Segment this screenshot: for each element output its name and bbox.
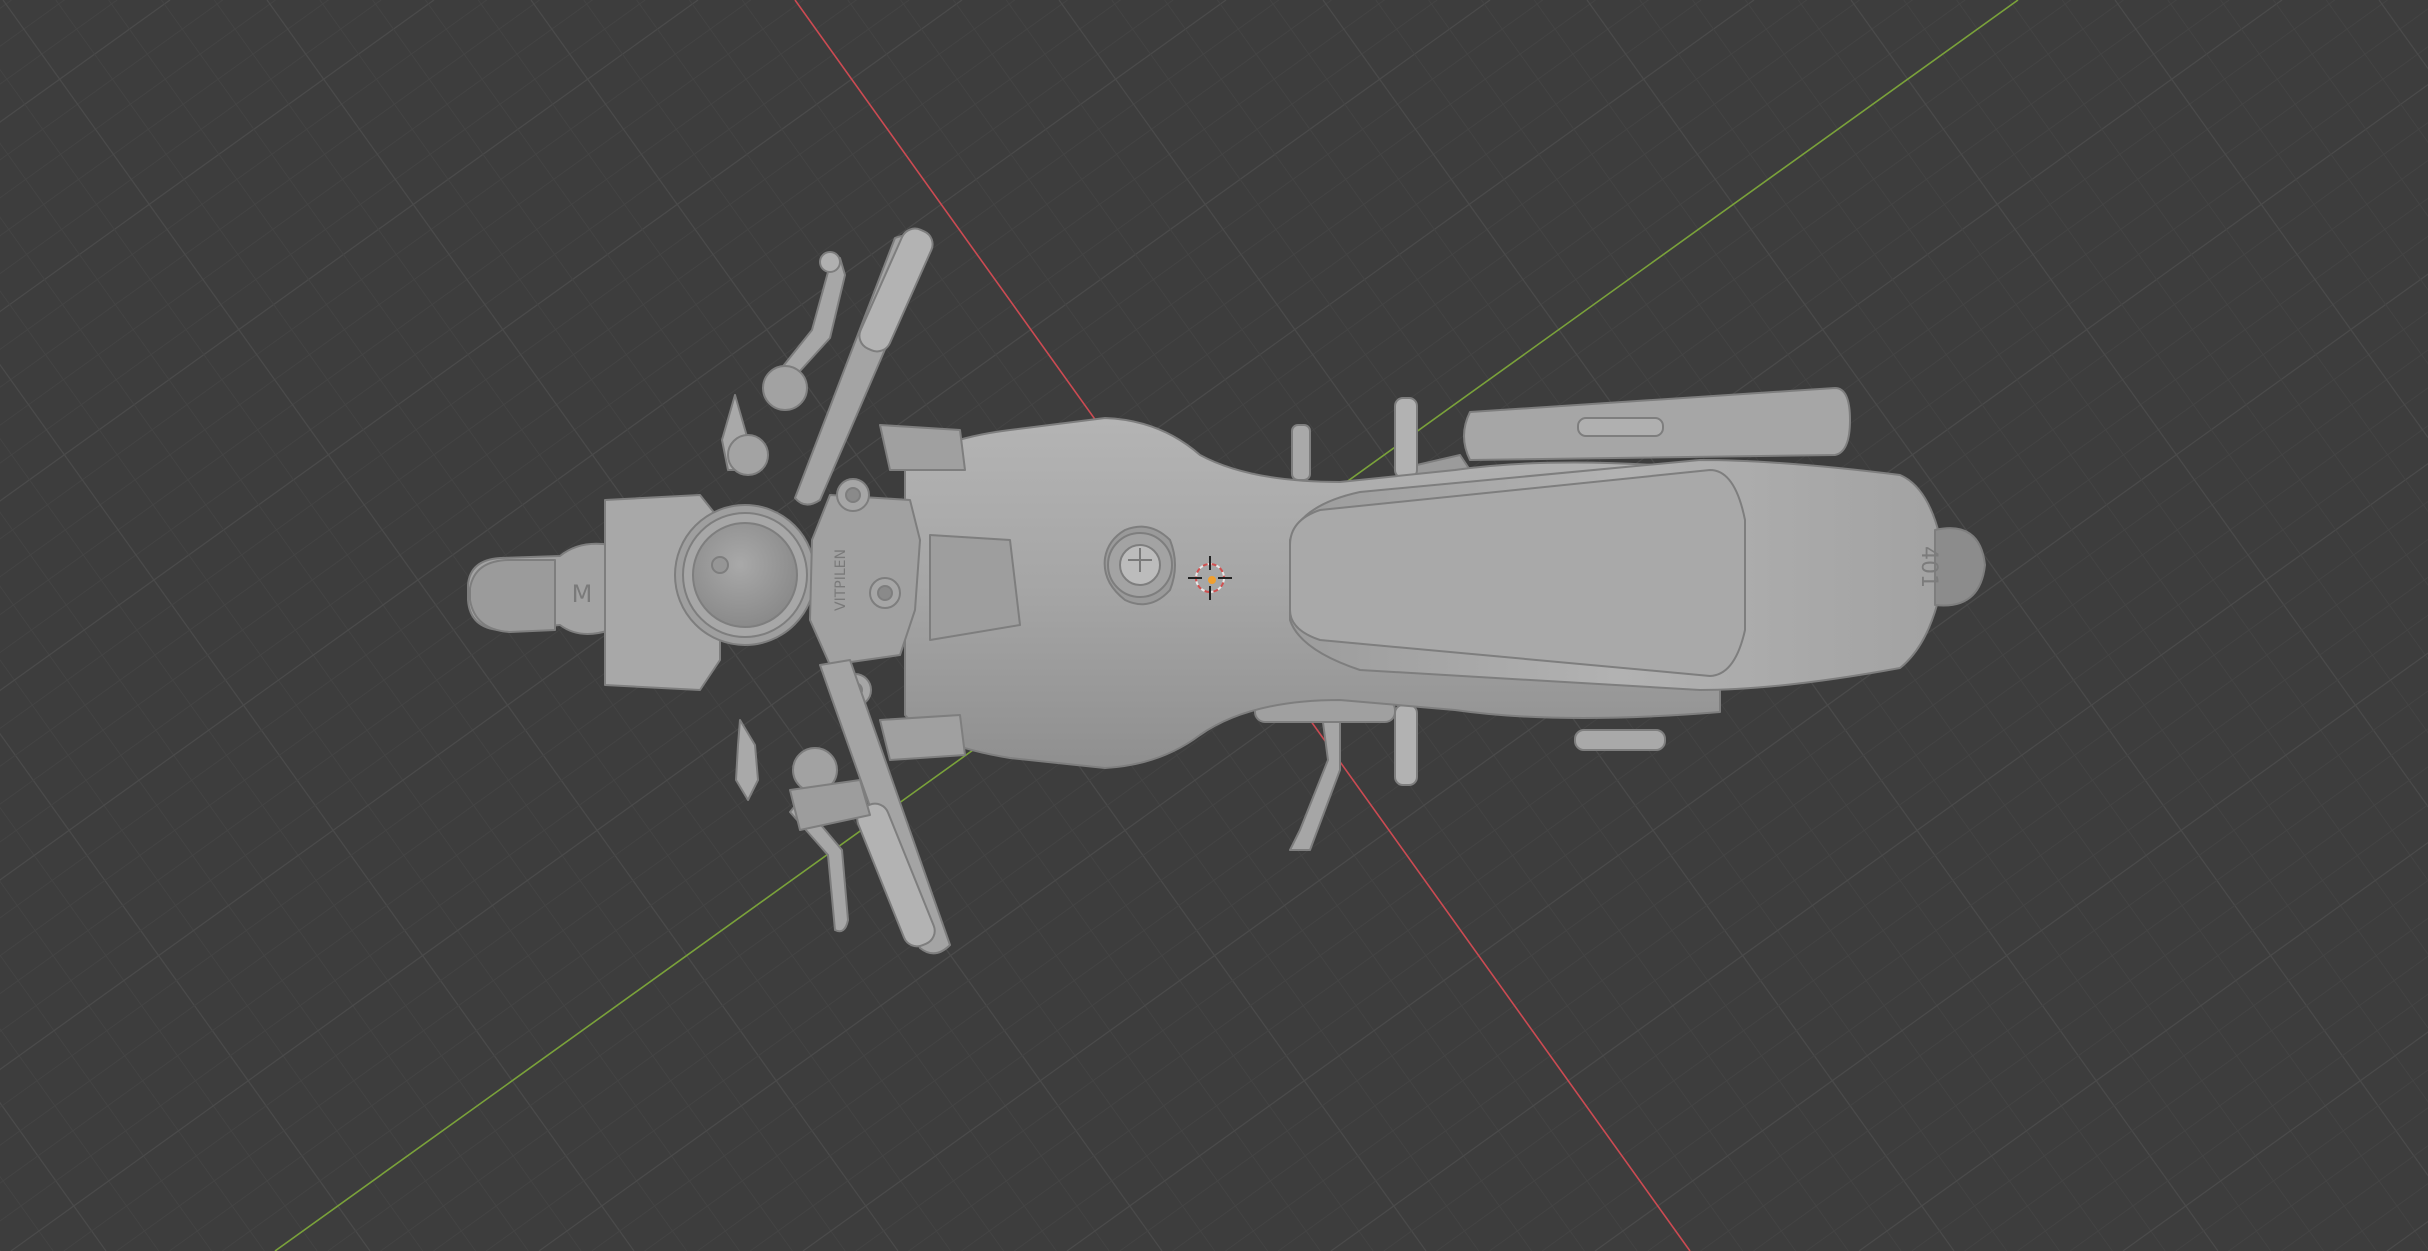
- grid-line: [2122, 1031, 2428, 1251]
- grid-line: [2220, 0, 2428, 291]
- grid-line: [0, 0, 329, 237]
- clamp-engraving: VITPILEN: [833, 549, 849, 611]
- grid-line: [2228, 1107, 2428, 1251]
- grid-line: [0, 511, 529, 1251]
- grid-line: [0, 0, 435, 313]
- grid-line: [2008, 0, 2428, 586]
- grid-line: [0, 0, 12, 9]
- grid-line: [1903, 0, 2428, 734]
- rear-footpeg-left[interactable]: [1291, 397, 1418, 481]
- headlight-emblem: M: [572, 580, 593, 608]
- grid-line: [0, 585, 477, 1251]
- 3d-viewport[interactable]: 401 M VITPILEN: [0, 0, 2428, 1251]
- viewport-canvas[interactable]: 401 M VITPILEN: [0, 0, 2428, 1251]
- grid-line: [1911, 879, 2428, 1251]
- right-indicator[interactable]: [735, 719, 759, 801]
- tail-engraving: 401: [1916, 546, 1941, 588]
- motorcycle-model[interactable]: 401 M VITPILEN: [467, 224, 1986, 955]
- grid-line: [2017, 955, 2428, 1251]
- grid-line: [0, 0, 118, 85]
- grid-line: [0, 806, 318, 1251]
- seat[interactable]: 401: [1289, 459, 1986, 691]
- grid-line: [2114, 0, 2428, 439]
- object-origin-icon: [1208, 576, 1216, 584]
- grid-line: [0, 659, 424, 1251]
- grid-line: [0, 732, 371, 1251]
- grid-line: [0, 1028, 160, 1251]
- grid-line: [2325, 0, 2428, 144]
- left-indicator[interactable]: [721, 394, 769, 476]
- grid-line: [0, 0, 224, 161]
- headlight-assembly[interactable]: M: [467, 494, 816, 691]
